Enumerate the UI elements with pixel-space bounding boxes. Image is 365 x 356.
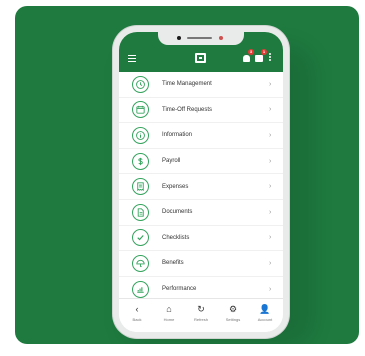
message-icon[interactable] xyxy=(255,55,263,62)
menu-item-documents[interactable]: Documents › xyxy=(119,200,283,226)
menu-item-time-off-requests[interactable]: Time-Off Requests › xyxy=(119,98,283,124)
hamburger-menu-icon[interactable] xyxy=(128,55,136,62)
menu-item-label: Payroll xyxy=(162,158,181,165)
nav-label: Back xyxy=(132,317,142,322)
nav-back-button[interactable]: ‹ Back xyxy=(122,303,152,322)
menu-item-label: Documents xyxy=(162,209,193,216)
more-options-icon[interactable] xyxy=(269,53,272,61)
menu-item-label: Checklists xyxy=(162,234,190,241)
menu-item-label: Time-Off Requests xyxy=(162,106,213,113)
menu-item-information[interactable]: Information › xyxy=(119,123,283,149)
nav-label: Account xyxy=(257,317,273,322)
chevron-right-icon: › xyxy=(269,285,272,293)
notification-badge: 3 xyxy=(248,49,254,55)
menu-item-payroll[interactable]: Payroll › xyxy=(119,149,283,175)
chevron-right-icon: › xyxy=(269,259,272,267)
nav-label: Refresh xyxy=(193,317,208,322)
nav-settings-button[interactable]: ⚙ Settings xyxy=(218,303,248,322)
menu-item-expenses[interactable]: Expenses › xyxy=(119,174,283,200)
app-header: 3 1 xyxy=(119,32,283,72)
refresh-icon: ↻ xyxy=(197,304,205,314)
menu-list: Time Management › Time-Off Requests › In… xyxy=(119,72,283,303)
speaker-icon xyxy=(187,37,212,39)
account-icon: 👤 xyxy=(259,304,271,314)
menu-item-benefits[interactable]: Benefits › xyxy=(119,251,283,277)
umbrella-icon xyxy=(132,254,149,272)
background-card: 3 1 Time Management › Time-Off Requests … xyxy=(15,6,359,344)
menu-item-label: Expenses xyxy=(162,183,189,190)
nav-account-button[interactable]: 👤 Account xyxy=(250,303,280,322)
chevron-right-icon: › xyxy=(269,106,272,114)
chart-icon xyxy=(132,280,149,298)
menu-item-time-management[interactable]: Time Management › xyxy=(119,72,283,98)
nav-label: Home xyxy=(163,317,175,322)
chevron-right-icon: › xyxy=(269,131,272,139)
receipt-icon xyxy=(132,178,149,196)
info-icon xyxy=(132,126,149,144)
message-badge: 1 xyxy=(261,49,267,55)
menu-item-label: Information xyxy=(162,132,193,139)
menu-item-label: Performance xyxy=(162,286,197,293)
chevron-right-icon: › xyxy=(269,157,272,165)
gear-icon: ⚙ xyxy=(228,304,238,314)
sensor-icon xyxy=(219,36,223,40)
home-icon: ⌂ xyxy=(166,304,172,314)
nav-home-button[interactable]: ⌂ Home xyxy=(154,303,184,322)
back-icon: ‹ xyxy=(135,304,139,314)
calendar-icon xyxy=(132,101,149,119)
menu-item-label: Time Management xyxy=(162,81,212,88)
app-screen: 3 1 Time Management › Time-Off Requests … xyxy=(119,32,283,332)
menu-item-label: Benefits xyxy=(162,260,184,267)
phone-notch xyxy=(158,32,244,45)
chevron-right-icon: › xyxy=(269,208,272,216)
camera-icon xyxy=(177,36,181,40)
bottom-navigation: ‹ Back ⌂ Home ↻ Refresh ⚙ Settings 👤 Acc… xyxy=(119,298,283,332)
app-logo-icon xyxy=(195,53,206,63)
menu-item-checklists[interactable]: Checklists › xyxy=(119,226,283,252)
bell-icon[interactable] xyxy=(243,55,250,62)
chevron-right-icon: › xyxy=(269,80,272,88)
money-icon xyxy=(132,152,149,170)
clock-icon xyxy=(132,75,149,93)
chevron-right-icon: › xyxy=(269,183,272,191)
document-icon xyxy=(132,203,149,221)
check-icon xyxy=(132,229,149,247)
phone-frame: 3 1 Time Management › Time-Off Requests … xyxy=(113,26,289,338)
chevron-right-icon: › xyxy=(269,234,272,242)
nav-label: Settings xyxy=(225,317,241,322)
nav-refresh-button[interactable]: ↻ Refresh xyxy=(186,303,216,322)
